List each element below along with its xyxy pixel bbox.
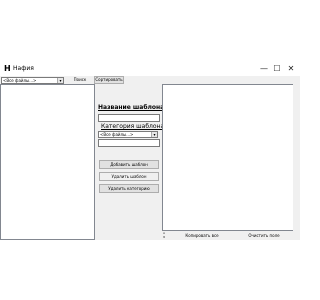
new-category-input[interactable]	[98, 139, 160, 147]
app-window: H Нафия — ☐ ✕ <Все файлы...> ▾ Поиск Сор…	[0, 62, 300, 240]
delete-template-button[interactable]: Удалить шаблон	[99, 172, 159, 181]
template-text-area[interactable]	[162, 84, 297, 231]
minimize-button[interactable]: —	[257, 63, 271, 74]
category-select[interactable]: <Все файлы...> ▾	[98, 131, 158, 138]
template-name-input[interactable]	[98, 114, 160, 122]
chevron-down-icon: ▾	[151, 132, 157, 137]
bottom-bar: А Я Копировать все Очистить поле	[162, 231, 297, 240]
file-filter-value: <Все файлы...>	[3, 78, 37, 83]
window-title: Нафия	[13, 65, 34, 72]
sort-az-bottom: Я	[163, 235, 166, 239]
sort-az-icon[interactable]: А Я	[163, 231, 165, 239]
sort-button[interactable]: Сортировать	[94, 76, 124, 84]
file-list-pane[interactable]	[0, 84, 95, 240]
add-template-button[interactable]: Добавить шаблон	[99, 160, 159, 169]
category-select-value: <Все файлы...>	[100, 132, 134, 137]
search-button[interactable]: Поиск	[68, 76, 92, 84]
toolbar: <Все файлы...> ▾ Поиск Сортировать	[0, 76, 300, 84]
template-form-panel: Название шаблона: Категория шаблона: <Вс…	[95, 84, 167, 240]
title-bar: H Нафия — ☐ ✕	[0, 62, 300, 76]
clear-field-button[interactable]: Очистить поле	[244, 232, 284, 239]
maximize-button[interactable]: ☐	[270, 63, 284, 74]
vertical-scrollbar[interactable]	[293, 84, 297, 231]
file-filter-select[interactable]: <Все файлы...> ▾	[1, 77, 64, 84]
delete-category-button[interactable]: Удалить категорию	[99, 184, 159, 193]
app-logo-icon: H	[4, 64, 11, 73]
copy-all-button[interactable]: Копировать все	[182, 232, 222, 239]
close-button[interactable]: ✕	[284, 63, 298, 74]
chevron-down-icon: ▾	[57, 78, 63, 83]
template-category-label: Категория шаблона:	[101, 123, 167, 130]
template-name-label: Название шаблона:	[98, 104, 167, 111]
